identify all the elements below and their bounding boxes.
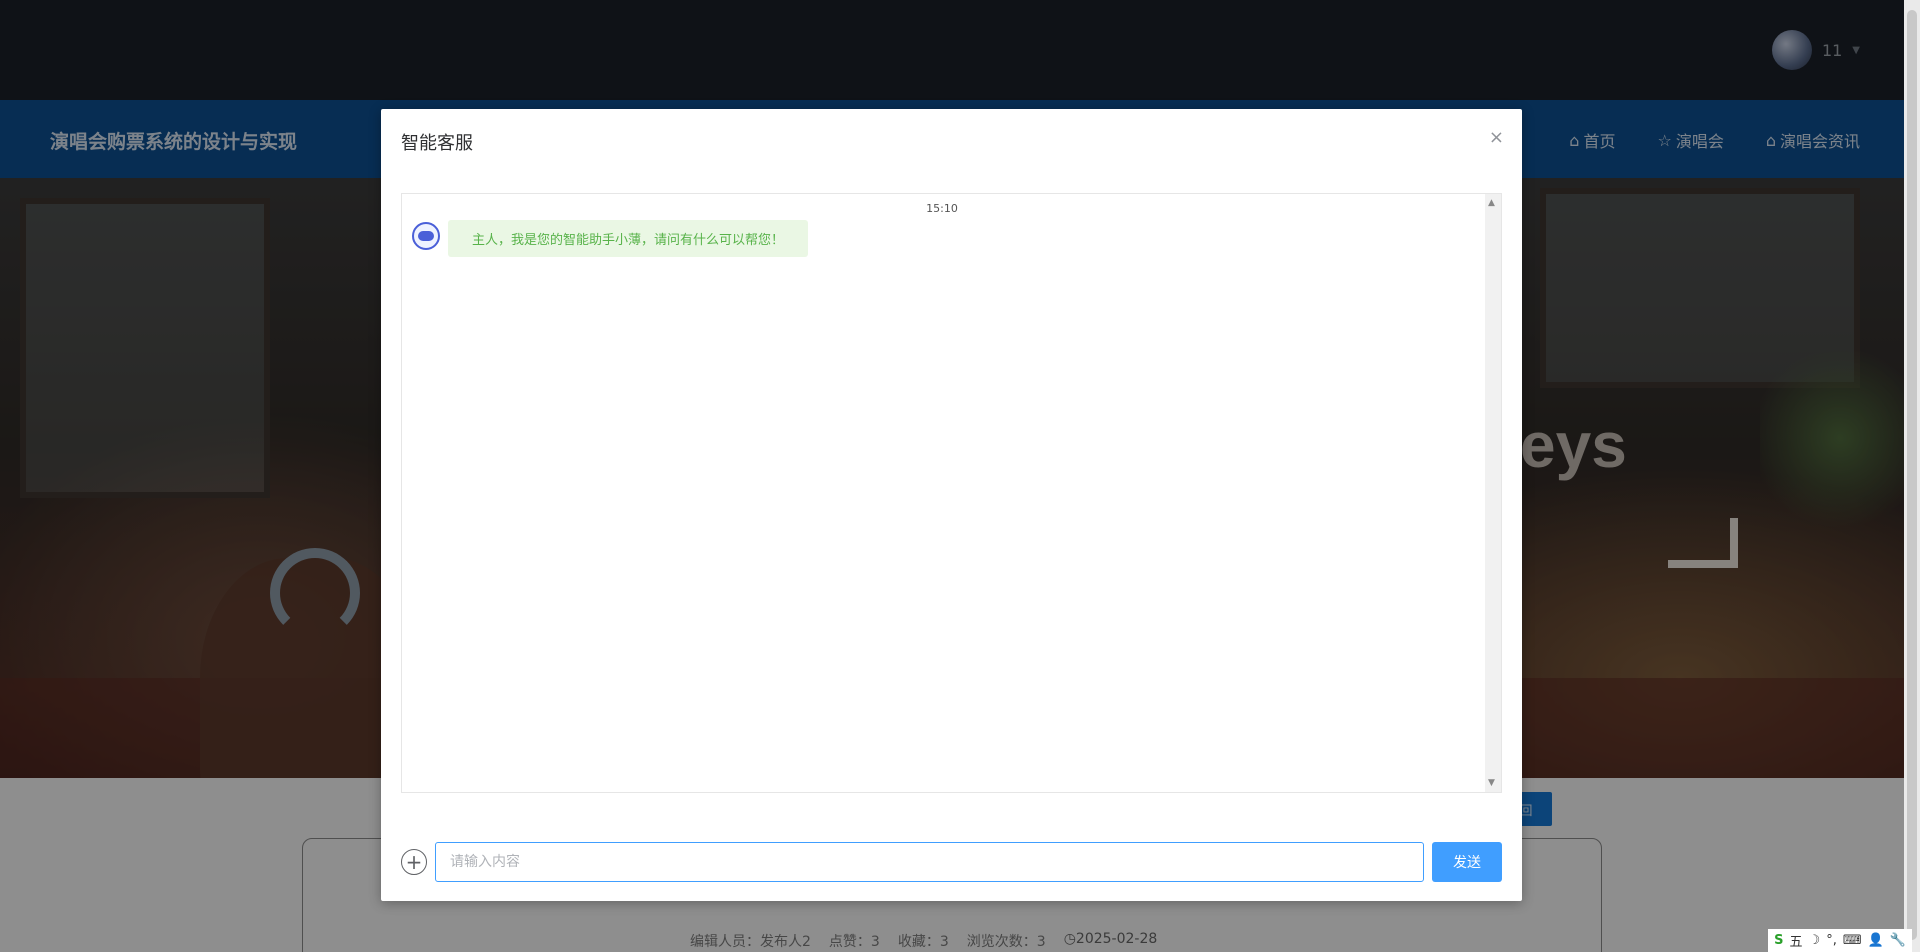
message-timestamp: 15:10 xyxy=(926,202,958,215)
page-scrollbar[interactable] xyxy=(1904,0,1920,952)
bot-avatar-icon xyxy=(412,222,440,250)
add-attachment-icon[interactable]: + xyxy=(401,849,427,875)
dialog-title: 智能客服 xyxy=(401,133,473,154)
moon-icon[interactable]: ☽ xyxy=(1809,933,1821,948)
chat-window[interactable]: 15:10 主人，我是您的智能助手小薄，请问有什么可以帮您！ ▲ ▼ xyxy=(401,193,1502,793)
chat-dialog: 智能客服 × 15:10 主人，我是您的智能助手小薄，请问有什么可以帮您！ ▲ … xyxy=(381,109,1522,901)
page-scrollbar-thumb[interactable] xyxy=(1907,10,1917,940)
ime-toolbar: S 五 ☽ °, ⌨ 👤 🔧 xyxy=(1768,929,1912,952)
bot-message: 主人，我是您的智能助手小薄，请问有什么可以帮您！ xyxy=(448,220,809,257)
wrench-icon[interactable]: 🔧 xyxy=(1890,933,1906,948)
user-icon[interactable]: 👤 xyxy=(1868,933,1884,948)
scroll-down-icon[interactable]: ▼ xyxy=(1488,778,1495,788)
send-button[interactable]: 发送 xyxy=(1432,842,1502,882)
ime-mode-icon[interactable]: 五 xyxy=(1790,931,1803,950)
chat-scrollbar[interactable]: ▲ ▼ xyxy=(1485,194,1501,792)
message-composer: + 发送 xyxy=(401,842,1502,882)
scroll-up-icon[interactable]: ▲ xyxy=(1488,198,1495,208)
keyboard-icon[interactable]: ⌨ xyxy=(1843,933,1862,948)
message-input[interactable] xyxy=(435,842,1424,882)
ime-logo-icon[interactable]: S xyxy=(1774,933,1783,948)
close-icon[interactable]: × xyxy=(1489,127,1504,148)
punctuation-icon[interactable]: °, xyxy=(1826,933,1837,948)
